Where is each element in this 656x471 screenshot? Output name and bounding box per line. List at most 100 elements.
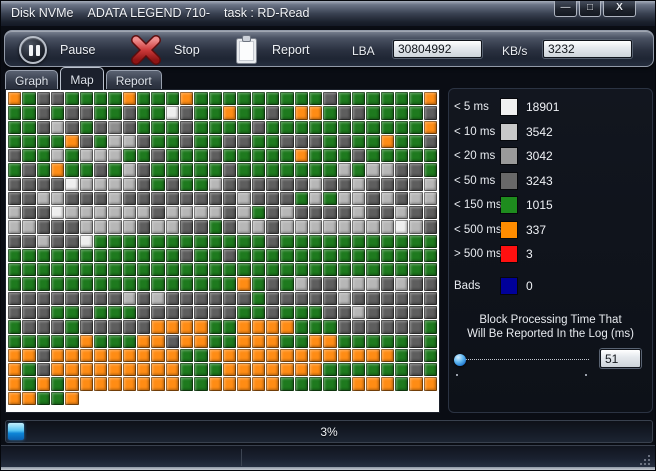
map-block [308, 220, 323, 234]
map-block [251, 263, 265, 277]
map-block [394, 363, 409, 377]
map-block [208, 291, 222, 305]
map-block [251, 177, 265, 191]
legend-label: Bads [454, 279, 481, 292]
map-block [394, 134, 409, 149]
kbs-input[interactable] [543, 40, 632, 58]
map-block [380, 134, 394, 149]
resize-grip-icon[interactable] [648, 463, 650, 465]
report-button[interactable]: Report [234, 33, 310, 66]
map-block [308, 163, 323, 177]
map-block [394, 348, 409, 363]
map-block [366, 149, 380, 163]
map-block [79, 334, 93, 348]
map-block [251, 248, 265, 263]
map-block [208, 348, 222, 363]
map-block [122, 220, 136, 234]
map-block [409, 106, 423, 120]
map-block [394, 334, 409, 348]
map-block [409, 305, 423, 320]
map-block [222, 163, 237, 177]
map-block [323, 106, 337, 120]
map-block [108, 305, 122, 320]
map-block [222, 234, 237, 248]
slider-tick-right [585, 374, 587, 376]
block-time-slider[interactable] [454, 352, 589, 368]
map-block [222, 334, 237, 348]
minimize-button[interactable]: — [554, 1, 577, 17]
map-block [65, 163, 79, 177]
map-block [122, 248, 136, 263]
slider-track[interactable] [454, 359, 589, 360]
map-block [265, 277, 280, 291]
map-block [208, 163, 222, 177]
map-block [280, 291, 294, 305]
map-block [380, 248, 394, 263]
map-block [50, 234, 65, 248]
map-block [323, 234, 337, 248]
map-block [165, 305, 179, 320]
map-block [22, 248, 36, 263]
stop-button[interactable]: Stop [131, 33, 200, 66]
map-block [93, 106, 108, 120]
map-block [423, 163, 437, 177]
map-block [308, 334, 323, 348]
slider-thumb[interactable] [454, 354, 466, 366]
map-block [36, 106, 50, 120]
map-block [151, 363, 165, 377]
map-block [36, 134, 50, 149]
map-block [136, 348, 151, 363]
map-block [36, 206, 50, 220]
map-block [222, 191, 237, 206]
map-block [194, 234, 208, 248]
map-block [323, 320, 337, 334]
map-block [294, 191, 308, 206]
map-block [108, 149, 122, 163]
block-time-input[interactable] [600, 349, 641, 368]
tab-map[interactable]: Map [60, 67, 104, 90]
map-block [22, 277, 36, 291]
map-block [50, 291, 65, 305]
map-block [394, 206, 409, 220]
map-block [108, 277, 122, 291]
map-block [237, 106, 251, 120]
map-block [36, 305, 50, 320]
tab-report[interactable]: Report [105, 70, 162, 90]
map-block [122, 377, 136, 391]
maximize-button[interactable]: □ [579, 1, 601, 17]
map-block [136, 206, 151, 220]
legend-label: > 500 ms [454, 248, 502, 261]
map-block [108, 206, 122, 220]
map-block [351, 305, 366, 320]
map-block [151, 320, 165, 334]
map-block [208, 206, 222, 220]
map-block [136, 191, 151, 206]
tab-graph[interactable]: Graph [5, 70, 59, 90]
map-block [208, 277, 222, 291]
map-block [423, 120, 437, 134]
map-block [237, 291, 251, 305]
map-block [36, 234, 50, 248]
map-block [165, 248, 179, 263]
map-block [423, 191, 437, 206]
map-block [337, 291, 351, 305]
map-block [79, 291, 93, 305]
legend-row: < 500 ms 337 [454, 218, 647, 243]
close-button[interactable]: X [603, 1, 636, 17]
map-block [22, 348, 36, 363]
map-block [351, 234, 366, 248]
map-block [222, 263, 237, 277]
map-block [280, 134, 294, 149]
map-block [122, 163, 136, 177]
pause-button[interactable]: Pause [19, 33, 95, 66]
map-block [208, 92, 222, 106]
map-block [380, 291, 394, 305]
map-block [265, 134, 280, 149]
map-block [251, 348, 265, 363]
map-block [294, 377, 308, 391]
map-block [179, 348, 194, 363]
lba-input[interactable] [393, 40, 482, 58]
map-block [237, 263, 251, 277]
map-block [122, 263, 136, 277]
map-block [65, 134, 79, 149]
